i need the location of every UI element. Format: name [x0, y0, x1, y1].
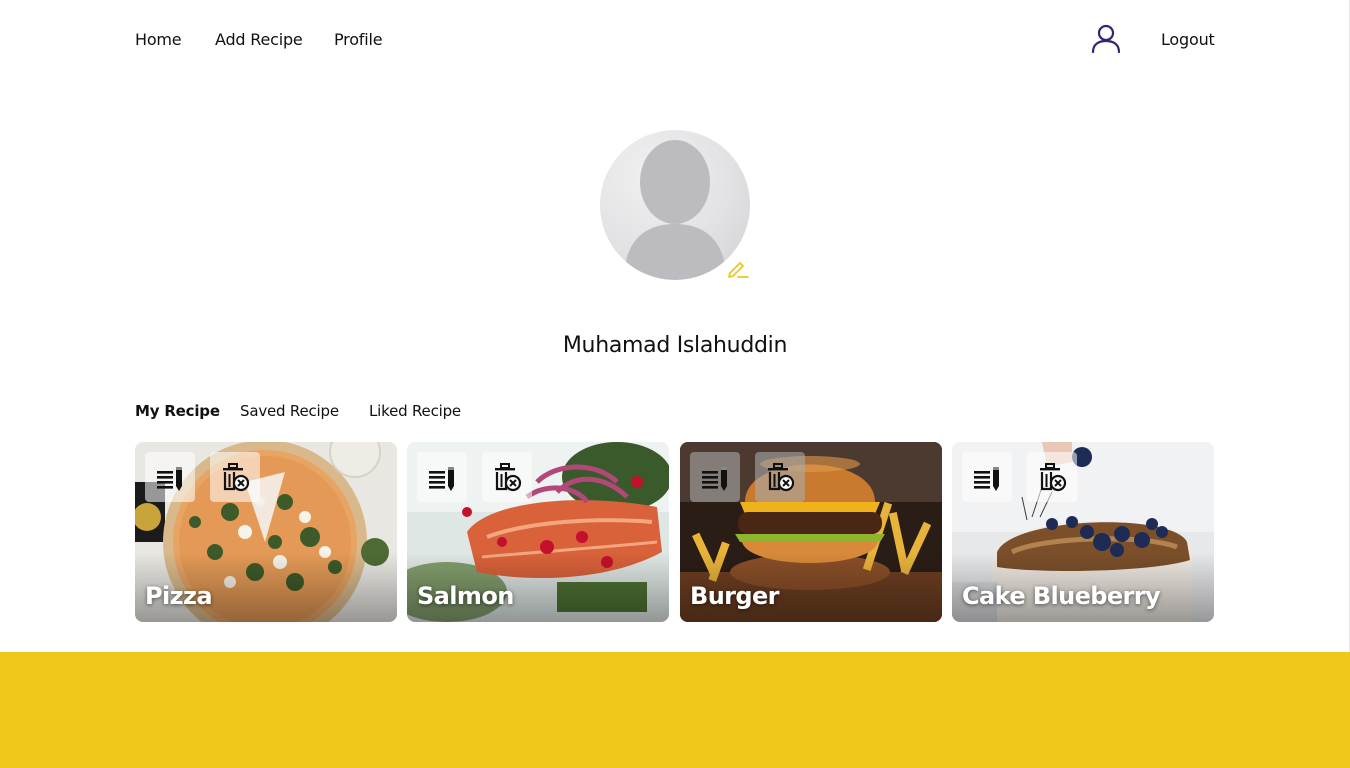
logout-link[interactable]: Logout — [1161, 30, 1215, 50]
recipe-card-title: Salmon — [417, 582, 514, 610]
recipe-card-title: Pizza — [145, 582, 213, 610]
delete-icon[interactable] — [482, 452, 532, 502]
recipe-card-pizza[interactable]: Pizza — [135, 442, 397, 622]
edit-list-icon[interactable] — [690, 452, 740, 502]
recipe-card-burger[interactable]: Burger — [680, 442, 942, 622]
nav-profile[interactable]: Profile — [334, 30, 383, 50]
nav-home[interactable]: Home — [135, 30, 182, 50]
delete-icon[interactable] — [1027, 452, 1077, 502]
recipe-card-title: Burger — [690, 582, 780, 610]
pencil-icon[interactable] — [726, 256, 750, 280]
tab-my-recipe[interactable]: My Recipe — [135, 401, 220, 421]
recipe-card-cake-blueberry[interactable]: Cake Blueberry — [952, 442, 1214, 622]
recipe-card-title: Cake Blueberry — [962, 582, 1161, 610]
recipe-card-salmon[interactable]: Salmon — [407, 442, 669, 622]
profile-name: Muhamad Islahuddin — [562, 333, 788, 358]
edit-list-icon[interactable] — [417, 452, 467, 502]
nav-add-recipe[interactable]: Add Recipe — [215, 30, 303, 50]
delete-icon[interactable] — [210, 452, 260, 502]
tab-saved-recipe[interactable]: Saved Recipe — [240, 401, 339, 421]
tab-liked-recipe[interactable]: Liked Recipe — [369, 401, 461, 421]
edit-list-icon[interactable] — [962, 452, 1012, 502]
footer — [0, 652, 1350, 768]
delete-icon[interactable] — [755, 452, 805, 502]
user-icon[interactable] — [1090, 24, 1122, 54]
edit-list-icon[interactable] — [145, 452, 195, 502]
